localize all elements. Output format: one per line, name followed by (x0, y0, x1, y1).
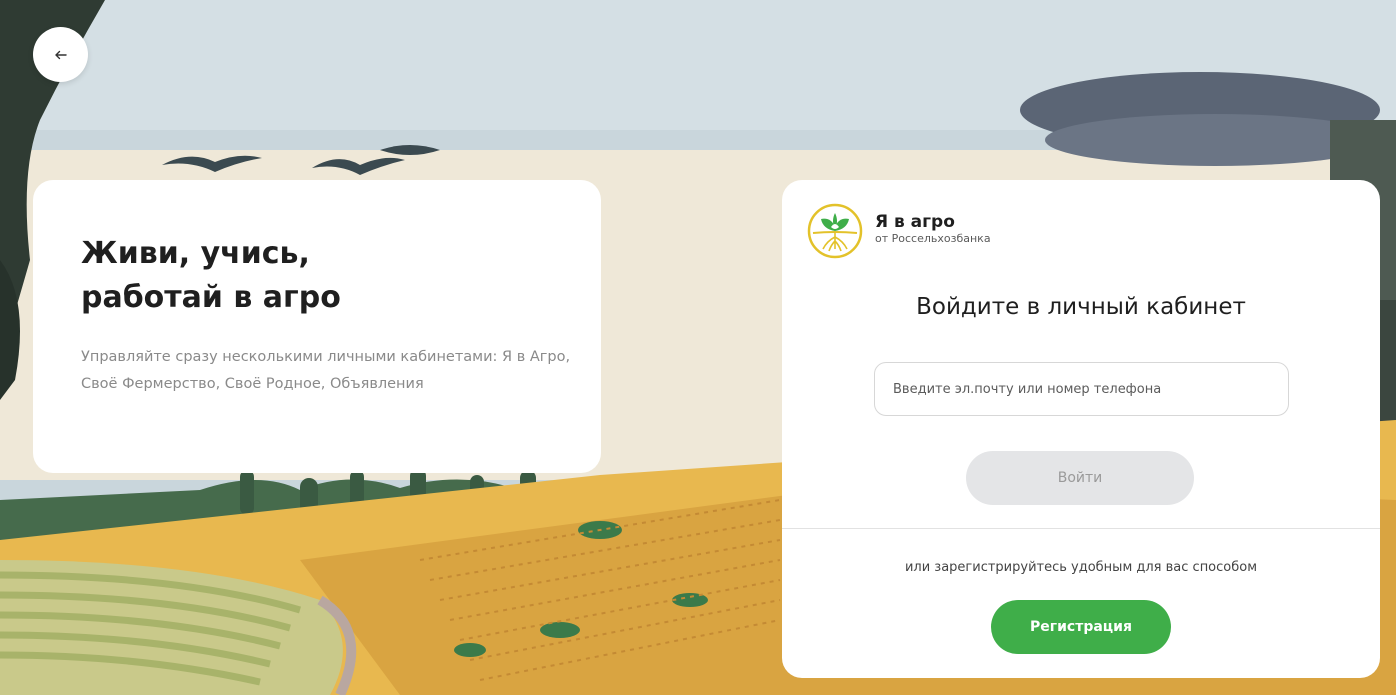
divider (782, 528, 1380, 529)
brand-texts: Я в агро от Россельхозбанка (875, 212, 991, 246)
arrow-left-icon (54, 50, 67, 59)
register-button[interactable]: Регистрация (991, 600, 1171, 654)
promo-description: Управляйте сразу несколькими личными каб… (81, 349, 571, 392)
promo-heading: Живи, учись, работай в агро (81, 232, 401, 320)
brand-name: Я в агро (875, 212, 955, 232)
register-hint: или зарегистрируйтесь удобным для вас сп… (904, 560, 1258, 575)
brand: Я в агро от Россельхозбанка (807, 203, 991, 259)
login-title: Войдите в личный кабинет (916, 294, 1246, 320)
brand-subtitle: от Россельхозбанка (875, 232, 991, 245)
promo-card: Живи, учись, работай в агро Управляйте с… (33, 180, 601, 473)
promo-heading-line2: работай в агро (81, 280, 341, 315)
login-input[interactable] (874, 362, 1289, 416)
sprout-logo-icon (807, 203, 863, 259)
promo-heading-line1: Живи, учись, (81, 236, 310, 271)
login-card: Я в агро от Россельхозбанка Войдите в ли… (782, 180, 1380, 678)
login-button[interactable]: Войти (966, 451, 1194, 505)
back-button[interactable] (33, 27, 88, 82)
